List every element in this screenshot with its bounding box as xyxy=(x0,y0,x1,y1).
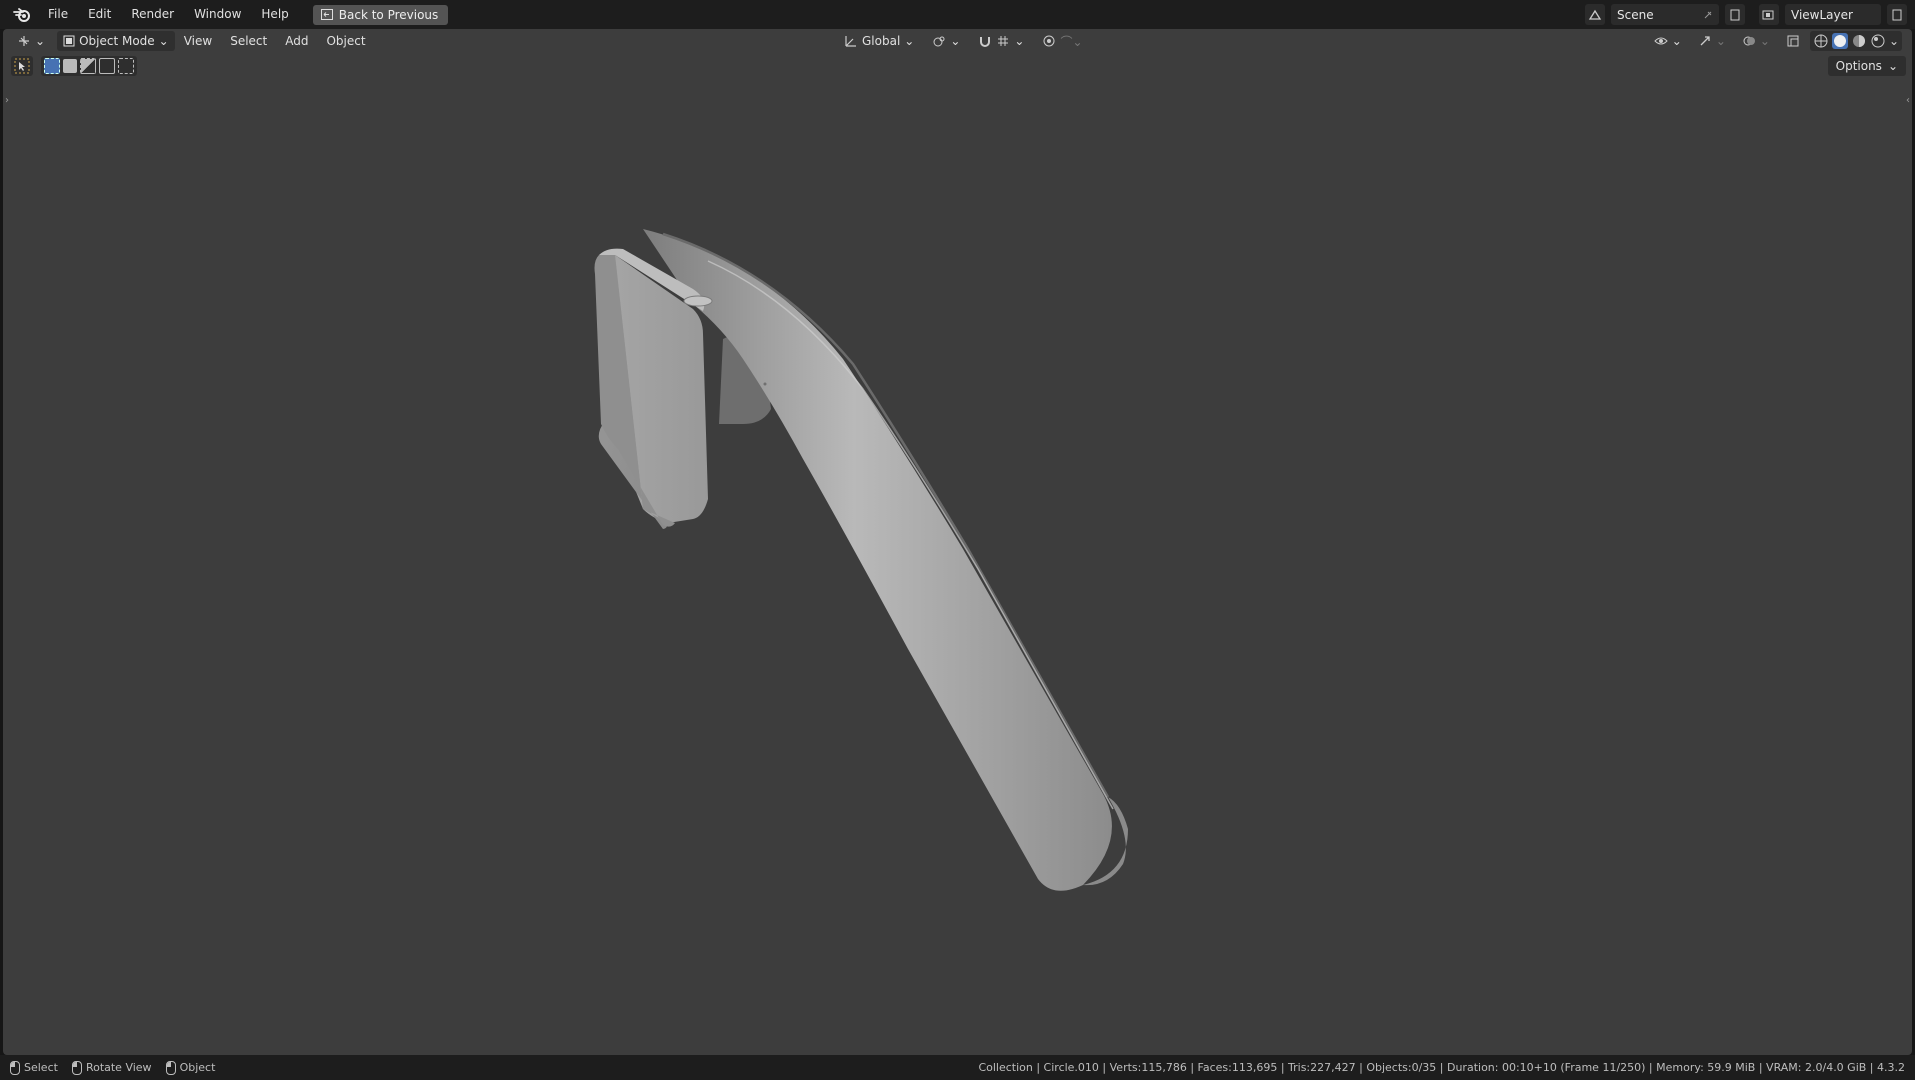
status-hint-rotate-label: Rotate View xyxy=(85,1061,152,1074)
top-bar: File Edit Render Window Help Back to Pre… xyxy=(0,0,1915,29)
status-hint-select: Select xyxy=(10,1060,58,1075)
status-hint-select-label: Select xyxy=(24,1061,58,1074)
status-hint-object-label: Object xyxy=(179,1061,216,1074)
view-layer-selector-icon[interactable] xyxy=(1759,4,1779,25)
pin-icon[interactable] xyxy=(1703,10,1713,20)
back-icon xyxy=(320,9,333,20)
blender-logo-icon[interactable] xyxy=(6,0,38,29)
new-view-layer-icon[interactable] xyxy=(1887,4,1907,25)
menu-window[interactable]: Window xyxy=(184,0,251,29)
scene-layer-controls: Scene ViewLayer xyxy=(1585,4,1907,25)
3d-viewport[interactable]: ⌄ Object Mode ⌄ View Select Add Object G… xyxy=(3,29,1912,1055)
menu-render[interactable]: Render xyxy=(121,0,184,29)
status-hint-rotate: Rotate View xyxy=(71,1060,152,1075)
status-hint-object: Object xyxy=(165,1060,216,1075)
menu-help[interactable]: Help xyxy=(251,0,298,29)
new-scene-icon[interactable] xyxy=(1725,4,1745,25)
back-to-previous-button[interactable]: Back to Previous xyxy=(312,4,449,25)
scene-name-field[interactable]: Scene xyxy=(1611,4,1719,25)
mouse-right-icon xyxy=(165,1060,176,1075)
mouse-middle-icon xyxy=(71,1060,82,1075)
view-layer-name: ViewLayer xyxy=(1791,7,1853,22)
menu-file[interactable]: File xyxy=(38,0,78,29)
back-to-previous-label: Back to Previous xyxy=(338,7,439,22)
scene-selector-icon[interactable] xyxy=(1585,4,1605,25)
view-layer-field[interactable]: ViewLayer xyxy=(1785,4,1881,25)
scene-name: Scene xyxy=(1617,7,1654,22)
scene-statistics: Collection | Circle.010 | Verts:115,786 … xyxy=(978,1061,1905,1074)
mouse-left-icon xyxy=(10,1060,20,1075)
status-bar: Select Rotate View Object Collection | C… xyxy=(0,1055,1915,1080)
door-handle-model[interactable] xyxy=(3,29,1912,1055)
menu-edit[interactable]: Edit xyxy=(78,0,121,29)
